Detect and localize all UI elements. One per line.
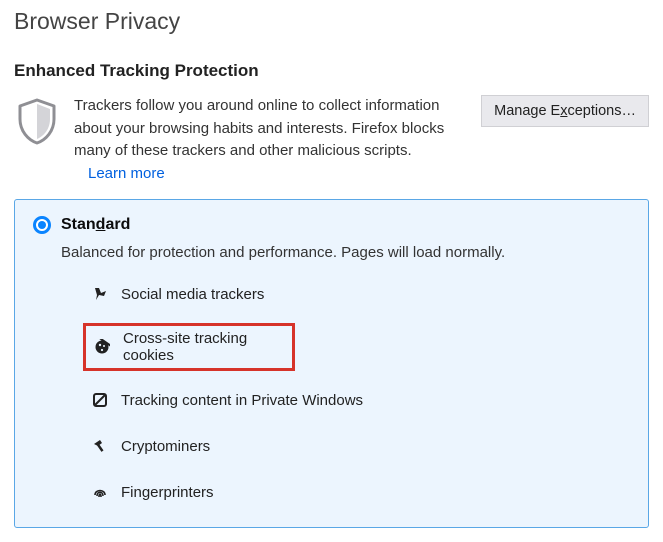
intro-body: Trackers follow you around online to col… <box>74 97 444 159</box>
list-label: Tracking content in Private Windows <box>121 392 363 409</box>
standard-radio-row[interactable]: Standard <box>33 216 630 234</box>
standard-radio[interactable] <box>33 216 51 234</box>
radio-dot <box>38 221 46 229</box>
list-item-cookies: Cross-site tracking cookies <box>85 325 293 369</box>
manage-btn-text-a: Manage E <box>494 103 560 119</box>
private-icon <box>91 391 109 409</box>
list-item-private: Tracking content in Private Windows <box>85 385 630 415</box>
list-item-social: Social media trackers <box>85 279 630 309</box>
cryptominer-icon <box>91 437 109 455</box>
list-label: Fingerprinters <box>121 484 214 501</box>
intro-text: Trackers follow you around online to col… <box>74 95 467 185</box>
page-title: Browser Privacy <box>14 8 649 35</box>
manage-btn-text-b: ceptions… <box>567 103 636 119</box>
std-title-accel: d <box>96 216 106 233</box>
list-label: Social media trackers <box>121 286 264 303</box>
section-title: Enhanced Tracking Protection <box>14 61 649 81</box>
social-icon <box>91 285 109 303</box>
std-title-a: Stan <box>61 216 96 233</box>
list-item-cryptominers: Cryptominers <box>85 431 630 461</box>
cookie-icon <box>93 338 111 356</box>
manage-exceptions-button[interactable]: Manage Exceptions… <box>481 95 649 127</box>
list-item-fingerprinters: Fingerprinters <box>85 477 630 507</box>
list-label: Cryptominers <box>121 438 210 455</box>
fingerprint-icon <box>91 483 109 501</box>
blocked-list: Social media trackers Cross-site trackin… <box>85 279 630 507</box>
std-title-b: ard <box>105 216 130 233</box>
standard-card: Standard Balanced for protection and per… <box>14 199 649 528</box>
list-label: Cross-site tracking cookies <box>123 330 285 364</box>
intro-row: Trackers follow you around online to col… <box>14 95 649 185</box>
learn-more-link[interactable]: Learn more <box>88 165 165 182</box>
standard-title: Standard <box>61 216 130 234</box>
shield-icon <box>14 95 60 145</box>
standard-desc: Balanced for protection and performance.… <box>61 244 630 261</box>
